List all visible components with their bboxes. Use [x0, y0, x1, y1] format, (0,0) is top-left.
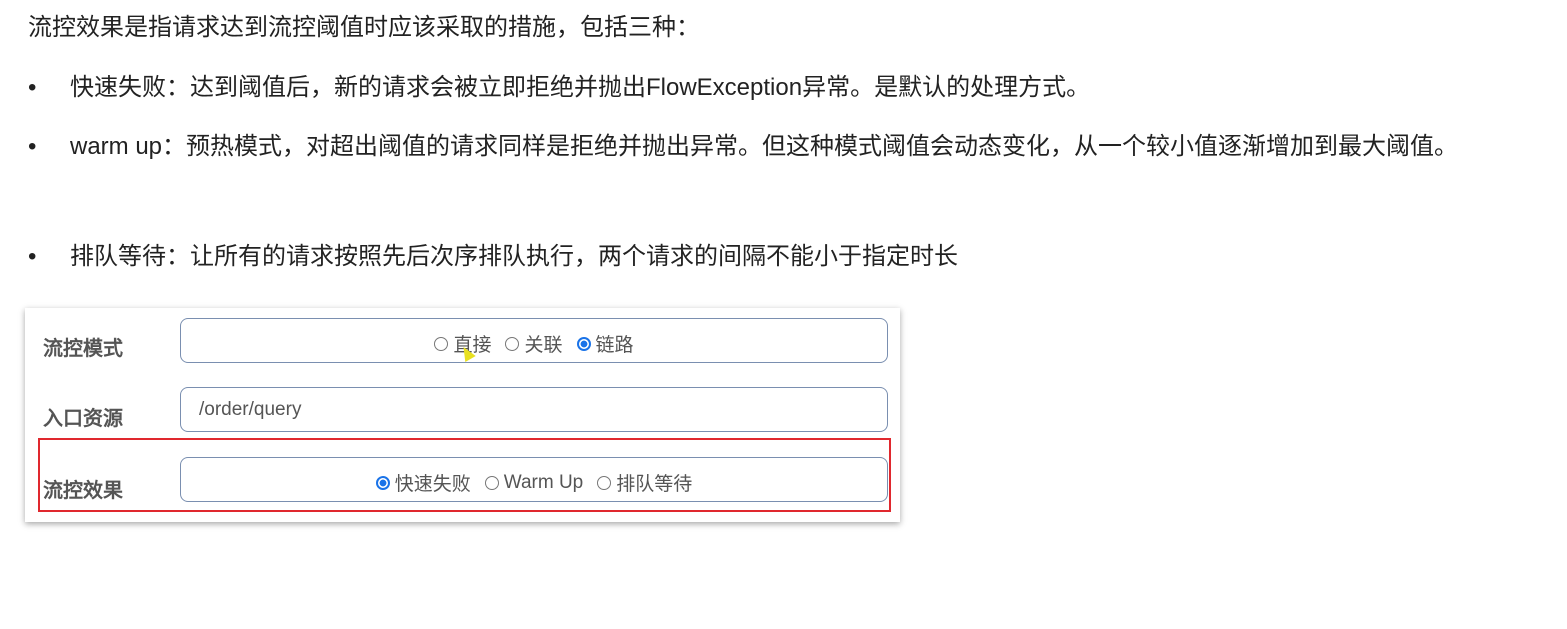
radio-related[interactable]: 关联	[505, 330, 563, 357]
radio-icon	[484, 475, 499, 490]
list-item-text: 快速失败：达到阈值后，新的请求会被立即拒绝并抛出FlowException异常。…	[70, 74, 1091, 101]
effect-radio-group: 快速失败 Warm Up 排队等待	[180, 457, 888, 502]
mode-label: 流控模式	[43, 338, 123, 360]
intro-text: 流控效果是指请求达到流控阈值时应该采取的措施，包括三种：	[28, 14, 700, 41]
radio-chain[interactable]: 链路	[576, 330, 634, 357]
list-item: • warm up：预热模式，对超出阈值的请求同样是拒绝并抛出异常。但这种模式阈值…	[28, 121, 1520, 173]
radio-warm-up[interactable]: Warm Up	[484, 472, 583, 494]
entry-resource-input[interactable]: /order/query	[180, 387, 888, 432]
list-item-text: 排队等待：让所有的请求按照先后次序排队执行，两个请求的间隔不能小于指定时长	[70, 243, 958, 270]
mode-radio-group: 直接 关联 链路	[180, 318, 888, 363]
list-item: • 快速失败：达到阈值后，新的请求会被立即拒绝并抛出FlowException异常…	[28, 62, 1520, 114]
radio-selected-icon	[375, 475, 390, 490]
effect-label: 流控效果	[43, 480, 123, 502]
list-item: • 排队等待：让所有的请求按照先后次序排队执行，两个请求的间隔不能小于指定时长	[28, 231, 1520, 283]
radio-fast-fail[interactable]: 快速失败	[375, 469, 471, 496]
radio-icon	[434, 336, 449, 351]
radio-icon	[597, 475, 612, 490]
radio-queue[interactable]: 排队等待	[597, 469, 692, 496]
list-item-text: warm up：预热模式，对超出阈值的请求同样是拒绝并抛出异常。但这种模式阈值会…	[70, 133, 1459, 160]
flow-rule-form-screenshot: 流控模式 直接 关联 链路 入口资源 /order/query 流控效果 快速失…	[25, 308, 900, 522]
radio-icon	[505, 336, 520, 351]
entry-label: 入口资源	[43, 408, 123, 430]
radio-selected-icon	[576, 336, 591, 351]
